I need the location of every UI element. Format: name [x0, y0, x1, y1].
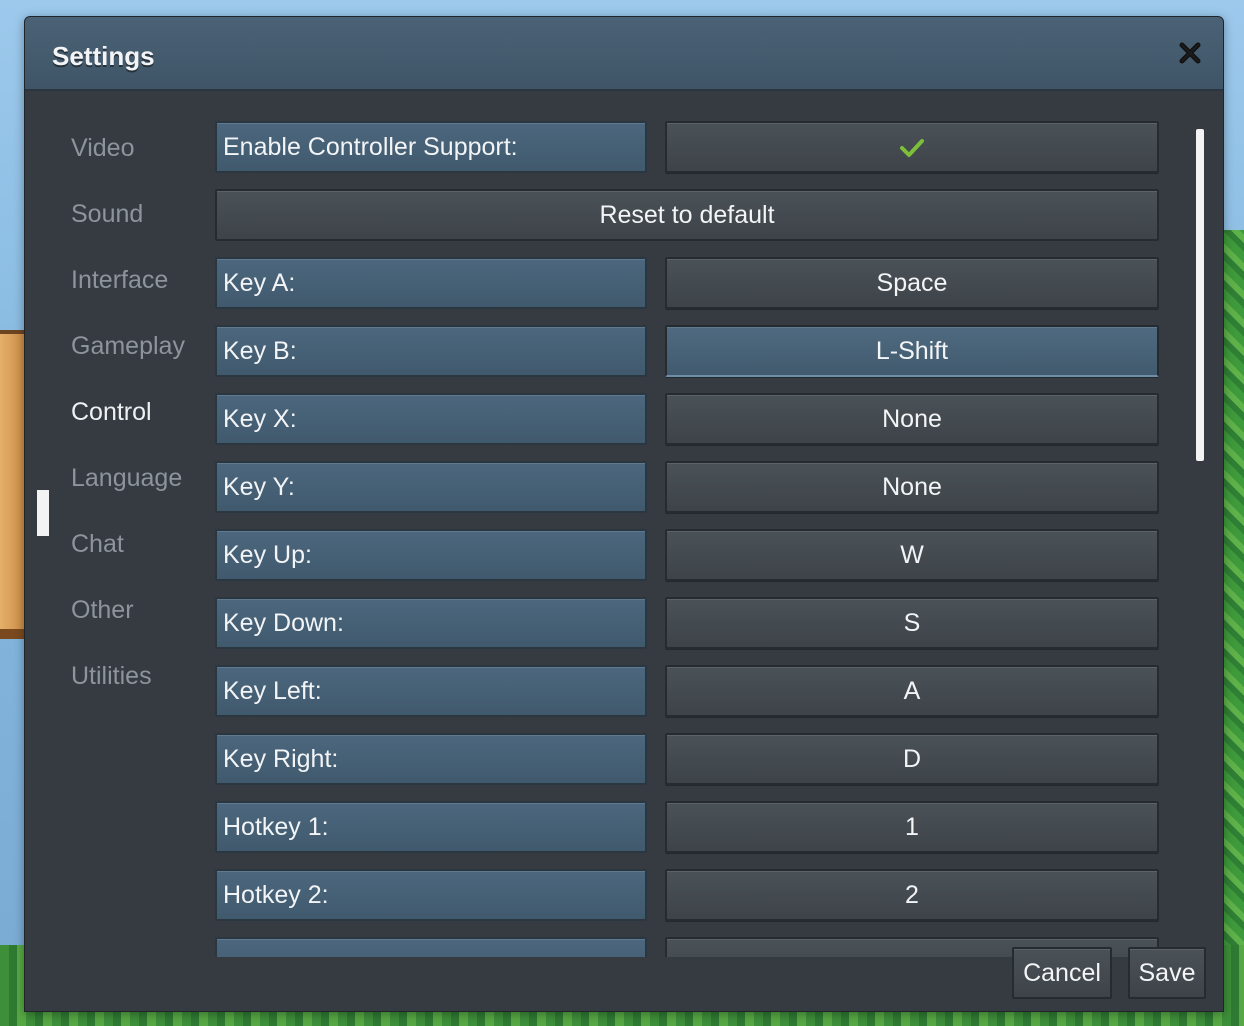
binding-label: Key Up:: [215, 529, 647, 581]
binding-button-key-a[interactable]: Space: [665, 257, 1159, 309]
binding-button-hotkey-1[interactable]: 1: [665, 801, 1159, 853]
binding-button-hotkey-2[interactable]: 2: [665, 869, 1159, 921]
binding-button-key-left[interactable]: A: [665, 665, 1159, 717]
active-tab-marker: [37, 490, 49, 536]
sidebar-item-interface[interactable]: Interface: [71, 260, 168, 300]
binding-label: Key Y:: [215, 461, 647, 513]
binding-button-key-b[interactable]: L-Shift: [665, 325, 1159, 377]
sidebar-item-language[interactable]: Language: [71, 458, 182, 498]
controller-support-toggle[interactable]: [665, 121, 1159, 173]
binding-button-key-x[interactable]: None: [665, 393, 1159, 445]
content-scrollbar[interactable]: [1196, 129, 1204, 461]
sidebar-item-video[interactable]: Video: [71, 128, 135, 168]
binding-label: Key X:: [215, 393, 647, 445]
cancel-button[interactable]: Cancel: [1012, 947, 1112, 999]
sidebar-item-chat[interactable]: Chat: [71, 524, 124, 564]
dialog-titlebar: Settings: [25, 17, 1223, 91]
binding-label: Key Down:: [215, 597, 647, 649]
checkmark-icon: [900, 139, 924, 158]
controller-support-label: Enable Controller Support:: [215, 121, 647, 173]
background-hut: [0, 330, 26, 639]
sidebar-item-other[interactable]: Other: [71, 590, 134, 630]
sidebar-item-utilities[interactable]: Utilities: [71, 656, 152, 696]
close-icon: [1179, 42, 1201, 64]
binding-button-key-down[interactable]: S: [665, 597, 1159, 649]
binding-button-key-y[interactable]: None: [665, 461, 1159, 513]
binding-label: Hotkey 1:: [215, 801, 647, 853]
control-settings-list: Enable Controller Support: Reset to defa…: [215, 117, 1175, 957]
binding-button-key-up[interactable]: W: [665, 529, 1159, 581]
reset-to-default-button[interactable]: Reset to default: [215, 189, 1159, 241]
close-button[interactable]: [1178, 41, 1202, 65]
sidebar-item-control[interactable]: Control: [71, 392, 152, 432]
save-button[interactable]: Save: [1128, 947, 1206, 999]
dialog-title: Settings: [52, 41, 155, 71]
settings-dialog: Settings Video Sound Interface Gameplay …: [24, 16, 1224, 1012]
binding-label: Key Left:: [215, 665, 647, 717]
binding-label-clipped: [215, 937, 647, 957]
sidebar-item-gameplay[interactable]: Gameplay: [71, 326, 185, 366]
sidebar-item-sound[interactable]: Sound: [71, 194, 143, 234]
binding-label: Key A:: [215, 257, 647, 309]
binding-label: Key Right:: [215, 733, 647, 785]
binding-label: Hotkey 2:: [215, 869, 647, 921]
binding-label: Key B:: [215, 325, 647, 377]
binding-button-key-right[interactable]: D: [665, 733, 1159, 785]
